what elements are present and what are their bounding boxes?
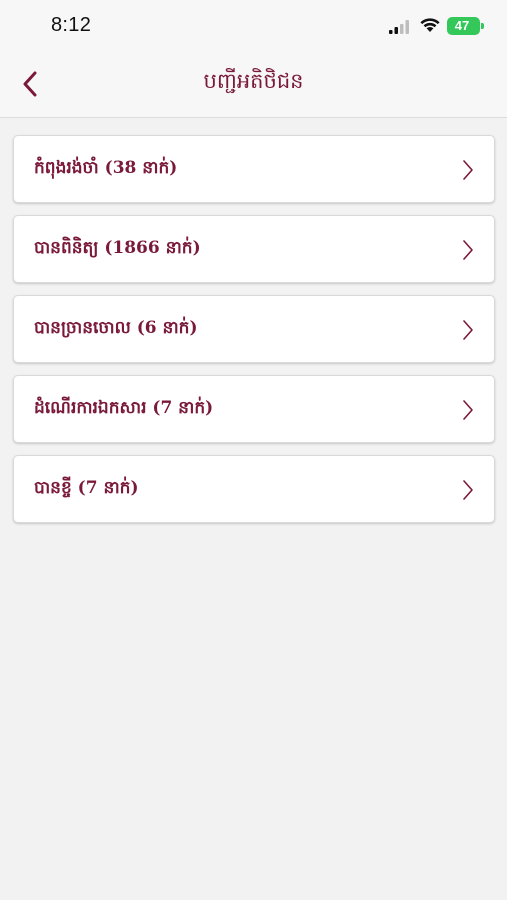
list-item-label: បានពិនិត្យ (1866 នាក់) [34, 238, 201, 258]
list-item-rejected[interactable]: បានច្រានចោល (6 នាក់) [13, 295, 495, 363]
chevron-right-icon [463, 240, 473, 260]
list-item-borrowed[interactable]: បានខ្ចី (7 នាក់) [13, 455, 495, 523]
chevron-left-icon [23, 71, 37, 97]
list-item-reviewed[interactable]: បានពិនិត្យ (1866 នាក់) [13, 215, 495, 283]
list-item-pending[interactable]: កំពុងរង់ចាំ (38 នាក់) [13, 135, 495, 203]
battery-level: 47 [454, 18, 470, 33]
battery-tip [481, 23, 484, 29]
chevron-right-icon [463, 160, 473, 180]
customer-status-list: កំពុងរង់ចាំ (38 នាក់) បានពិនិត្យ (1866 ន… [13, 135, 495, 535]
screen: 8:12 47 បញ្ជីអតិថិជន កំពុងរង់ចាំ (38 នាក… [0, 0, 507, 900]
list-item-label: បានច្រានចោល (6 នាក់) [34, 318, 198, 338]
back-button[interactable] [12, 64, 48, 104]
status-bar: 8:12 47 [0, 0, 507, 52]
page-title: បញ្ជីអតិថិជន [203, 69, 304, 93]
list-item-label: កំពុងរង់ចាំ (38 នាក់) [34, 158, 178, 178]
wifi-icon [419, 16, 441, 37]
navigation-bar: បញ្ជីអតិថិជន [0, 52, 507, 118]
cellular-signal-icon [389, 19, 411, 38]
chevron-right-icon [463, 320, 473, 340]
status-time: 8:12 [51, 14, 92, 36]
chevron-right-icon [463, 480, 473, 500]
list-item-processing[interactable]: ដំណើរការឯកសារ (7 នាក់) [13, 375, 495, 443]
battery-icon: 47 [447, 17, 480, 35]
chevron-right-icon [463, 400, 473, 420]
list-item-label: បានខ្ចី (7 នាក់) [34, 478, 139, 498]
list-item-label: ដំណើរការឯកសារ (7 នាក់) [34, 398, 214, 418]
